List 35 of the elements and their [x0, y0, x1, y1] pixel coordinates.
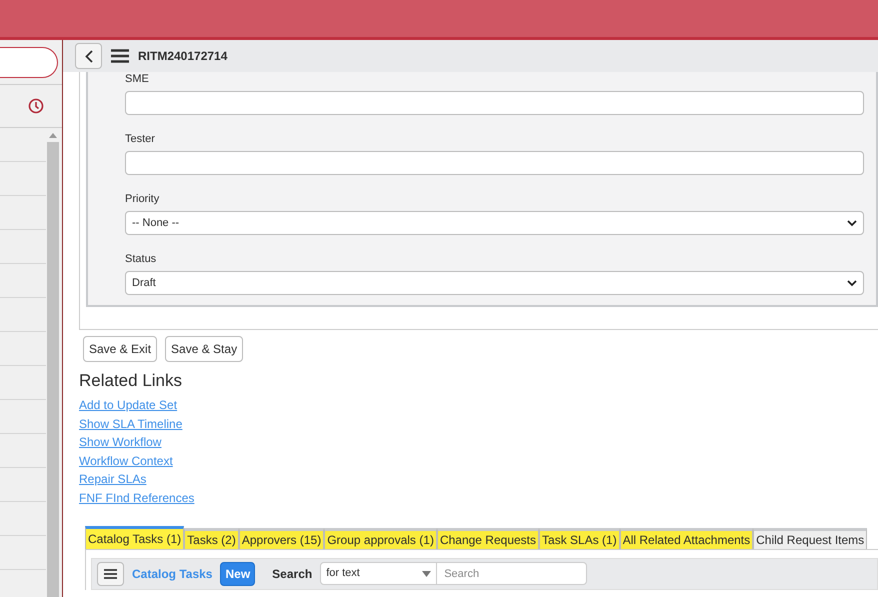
- new-button[interactable]: New: [220, 562, 256, 586]
- menu-icon: [104, 568, 117, 579]
- dropdown-caret-icon: [422, 570, 432, 577]
- text-input-field[interactable]: [125, 151, 864, 175]
- related-list-tab[interactable]: Change Requests: [436, 528, 540, 549]
- navigator-filter-field[interactable]: [0, 46, 58, 78]
- history-clock-icon[interactable]: [28, 98, 44, 114]
- related-list-tab[interactable]: All Related Attachments: [620, 528, 754, 549]
- save-button[interactable]: Save & Exit: [83, 336, 158, 362]
- field-label: Status: [125, 252, 158, 266]
- chevron-down-icon: [847, 220, 857, 226]
- related-list-tab[interactable]: Catalog Tasks (1): [85, 526, 184, 549]
- back-button[interactable]: [75, 43, 102, 69]
- related-list-tab[interactable]: Approvers (15): [238, 528, 324, 549]
- search-type-dropdown[interactable]: for text: [320, 562, 438, 586]
- related-list-tab[interactable]: Tasks (2): [184, 528, 239, 549]
- field-label: Priority: [125, 192, 160, 206]
- text-input-field[interactable]: [125, 91, 864, 115]
- related-list-tab[interactable]: Group approvals (1): [324, 528, 437, 549]
- select-field[interactable]: -- None --: [125, 211, 864, 235]
- related-list-tab[interactable]: Child Request Items: [753, 528, 868, 549]
- field-label: Tester: [125, 132, 156, 146]
- field-label: SME: [125, 72, 150, 86]
- save-button[interactable]: Save & Stay: [165, 336, 244, 362]
- chevron-down-icon: [847, 280, 857, 286]
- scrollbar-thumb[interactable]: [47, 142, 59, 597]
- related-links-heading: Related Links: [79, 370, 184, 392]
- related-list-tab[interactable]: Task SLAs (1): [539, 528, 620, 549]
- search-input-field[interactable]: Search: [437, 562, 588, 586]
- record-title: RITM240172714: [138, 48, 228, 65]
- menu-icon[interactable]: [111, 49, 129, 63]
- list-menu-button[interactable]: [97, 562, 124, 586]
- search-label: Search: [272, 566, 312, 583]
- select-field[interactable]: Draft: [125, 271, 864, 295]
- back-chevron-icon: [84, 50, 92, 62]
